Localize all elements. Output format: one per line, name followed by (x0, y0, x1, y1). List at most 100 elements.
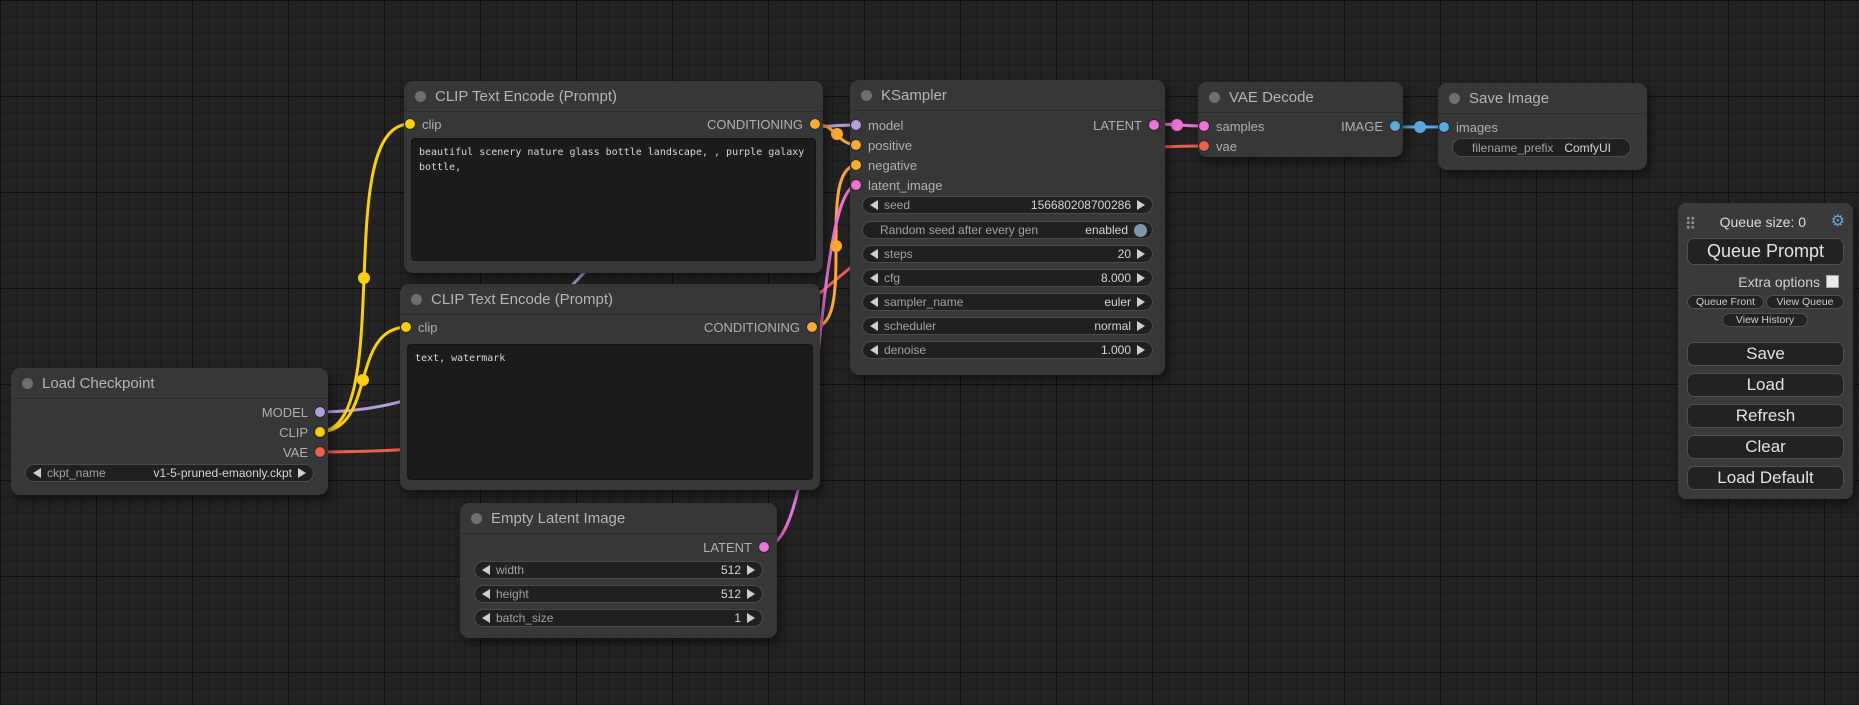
input-label-images: images (1456, 120, 1498, 135)
output-dot-model[interactable] (315, 407, 325, 417)
filename-prefix-widget[interactable]: filename_prefix ComfyUI (1452, 138, 1631, 157)
cfg-widget[interactable]: cfg 8.000 (862, 269, 1153, 287)
node-title: VAE Decode (1229, 89, 1314, 106)
input-dot-clip[interactable] (401, 322, 411, 332)
decrement-arrow-icon[interactable] (870, 297, 878, 307)
input-label-clip: clip (422, 117, 442, 132)
widget-label: filename_prefix (1472, 141, 1553, 155)
widget-value: euler (1104, 295, 1131, 309)
node-clip-text-encode-positive[interactable]: CLIP Text Encode (Prompt) clip CONDITION… (404, 81, 823, 273)
node-title-bar[interactable]: CLIP Text Encode (Prompt) (404, 81, 823, 112)
sampler-name-widget[interactable]: sampler_name euler (862, 293, 1153, 311)
queue-panel[interactable]: Queue size: 0 ⚙ Queue Prompt Extra optio… (1678, 203, 1853, 499)
input-label-samples: samples (1216, 119, 1264, 134)
batch-size-widget[interactable]: batch_size 1 (474, 609, 763, 627)
random-seed-widget[interactable]: Random seed after every gen enabled (862, 221, 1153, 239)
output-dot-latent[interactable] (759, 542, 769, 552)
view-history-button[interactable]: View History (1722, 313, 1808, 327)
queue-front-button[interactable]: Queue Front (1687, 295, 1764, 309)
decrement-arrow-icon[interactable] (870, 200, 878, 210)
increment-arrow-icon[interactable] (1137, 200, 1145, 210)
width-widget[interactable]: width 512 (474, 561, 763, 579)
input-dot-vae[interactable] (1199, 141, 1209, 151)
increment-arrow-icon[interactable] (747, 613, 755, 623)
extra-options-checkbox[interactable] (1826, 275, 1839, 288)
output-dot-clip[interactable] (315, 427, 325, 437)
prompt-text-area[interactable]: beautiful scenery nature glass bottle la… (411, 138, 816, 261)
widget-value: normal (1094, 319, 1131, 333)
widget-value: 512 (721, 587, 741, 601)
input-dot-clip[interactable] (405, 119, 415, 129)
decrement-arrow-icon[interactable] (482, 613, 490, 623)
decrement-arrow-icon[interactable] (870, 321, 878, 331)
widget-label: denoise (884, 343, 926, 357)
decrement-arrow-icon[interactable] (482, 565, 490, 575)
seed-toggle-icon[interactable] (1134, 224, 1147, 237)
steps-widget[interactable]: steps 20 (862, 245, 1153, 263)
queue-prompt-button[interactable]: Queue Prompt (1687, 238, 1844, 265)
scheduler-widget[interactable]: scheduler normal (862, 317, 1153, 335)
input-dot-latent-image[interactable] (851, 180, 861, 190)
comfyui-canvas[interactable]: { "colors": { "model": "#B39DDB", "clip"… (0, 0, 1859, 705)
node-status-dot-icon (1209, 92, 1220, 103)
node-status-dot-icon (22, 378, 33, 389)
node-title-bar[interactable]: KSampler (850, 80, 1165, 111)
load-default-button[interactable]: Load Default (1687, 466, 1844, 490)
output-label-latent: LATENT (703, 540, 752, 555)
view-queue-button[interactable]: View Queue (1766, 295, 1844, 309)
decrement-arrow-icon[interactable] (870, 249, 878, 259)
decrement-arrow-icon[interactable] (482, 589, 490, 599)
denoise-widget[interactable]: denoise 1.000 (862, 341, 1153, 359)
input-dot-negative[interactable] (851, 160, 861, 170)
input-dot-positive[interactable] (851, 140, 861, 150)
refresh-button[interactable]: Refresh (1687, 404, 1844, 428)
node-load-checkpoint[interactable]: Load Checkpoint MODEL CLIP VAE ckpt_name… (11, 368, 328, 495)
increment-arrow-icon[interactable] (1137, 249, 1145, 259)
wire-midpoint-dot (1171, 119, 1183, 131)
drag-handle-icon[interactable] (1686, 216, 1695, 229)
save-button[interactable]: Save (1687, 342, 1844, 366)
slot-row: positive (850, 135, 1165, 155)
output-dot-latent[interactable] (1149, 120, 1159, 130)
node-save-image[interactable]: Save Image images filename_prefix ComfyU… (1438, 83, 1647, 170)
height-widget[interactable]: height 512 (474, 585, 763, 603)
decrement-arrow-icon[interactable] (870, 273, 878, 283)
output-label-conditioning: CONDITIONING (704, 320, 800, 335)
input-dot-model[interactable] (851, 120, 861, 130)
increment-arrow-icon[interactable] (1137, 345, 1145, 355)
output-dot-conditioning[interactable] (807, 322, 817, 332)
node-clip-text-encode-negative[interactable]: CLIP Text Encode (Prompt) clip CONDITION… (400, 284, 820, 490)
node-title-bar[interactable]: VAE Decode (1198, 82, 1403, 113)
slot-row: vae (1198, 136, 1403, 156)
node-title-bar[interactable]: Empty Latent Image (460, 503, 777, 534)
output-dot-vae[interactable] (315, 447, 325, 457)
node-title: Empty Latent Image (491, 510, 625, 527)
output-dot-conditioning[interactable] (810, 119, 820, 129)
node-empty-latent-image[interactable]: Empty Latent Image LATENT width 512 heig… (460, 503, 777, 638)
increment-arrow-icon[interactable] (298, 468, 306, 478)
increment-arrow-icon[interactable] (747, 565, 755, 575)
input-dot-images[interactable] (1439, 122, 1449, 132)
clear-button[interactable]: Clear (1687, 435, 1844, 459)
node-ksampler[interactable]: KSampler model LATENT positive negative … (850, 80, 1165, 375)
seed-widget[interactable]: seed 156680208700286 (862, 196, 1153, 214)
increment-arrow-icon[interactable] (1137, 273, 1145, 283)
node-title-bar[interactable]: Load Checkpoint (11, 368, 328, 399)
node-title-bar[interactable]: Save Image (1438, 83, 1647, 114)
prompt-text-area[interactable]: text, watermark (407, 344, 813, 480)
decrement-arrow-icon[interactable] (870, 345, 878, 355)
ckpt-name-widget[interactable]: ckpt_name v1-5-pruned-emaonly.ckpt (25, 464, 314, 482)
load-button[interactable]: Load (1687, 373, 1844, 397)
increment-arrow-icon[interactable] (1137, 297, 1145, 307)
settings-gear-icon[interactable]: ⚙ (1831, 214, 1845, 230)
widget-label: steps (884, 247, 913, 261)
node-vae-decode[interactable]: VAE Decode samples IMAGE vae (1198, 82, 1403, 157)
node-status-dot-icon (861, 90, 872, 101)
output-dot-image[interactable] (1390, 121, 1400, 131)
increment-arrow-icon[interactable] (747, 589, 755, 599)
decrement-arrow-icon[interactable] (33, 468, 41, 478)
node-title-bar[interactable]: CLIP Text Encode (Prompt) (400, 284, 820, 315)
increment-arrow-icon[interactable] (1137, 321, 1145, 331)
input-dot-samples[interactable] (1199, 121, 1209, 131)
queue-size-label: Queue size: 0 (1695, 214, 1831, 230)
